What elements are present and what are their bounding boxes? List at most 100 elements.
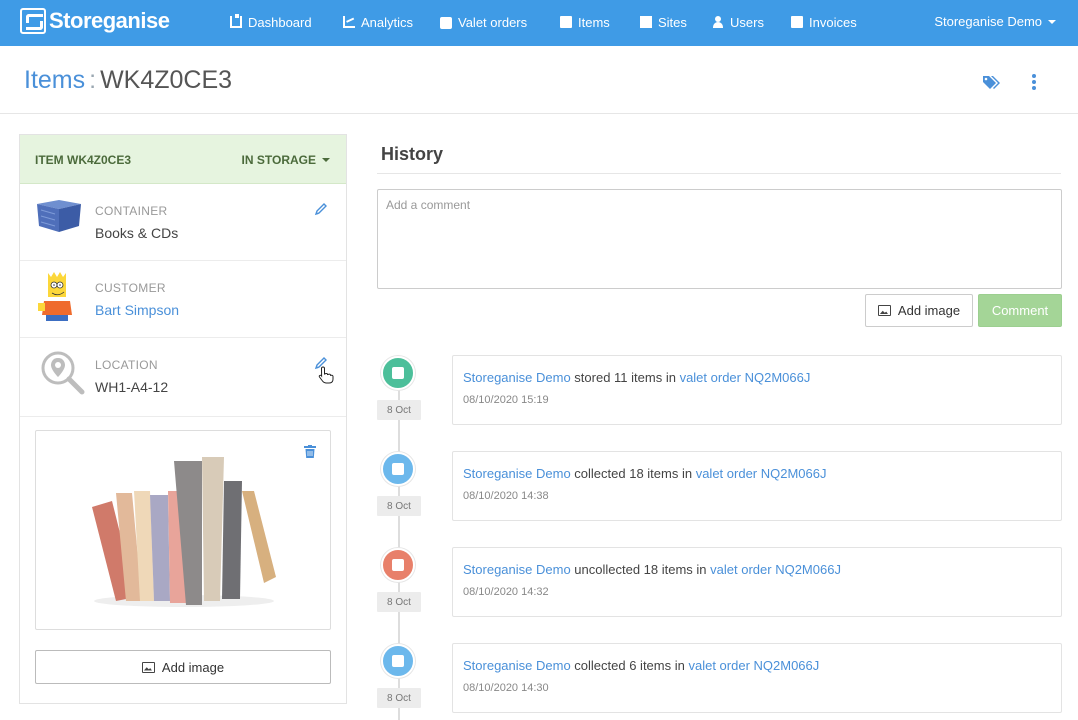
- history-event: 8 Oct Storeganise Demo uncollected 18 it…: [377, 547, 1062, 618]
- status-dropdown[interactable]: IN STORAGE: [242, 153, 330, 167]
- event-card: Storeganise Demo stored 11 items in vale…: [452, 355, 1062, 425]
- item-photo: [35, 430, 331, 630]
- history-event: 8 Oct Storeganise Demo collected 6 items…: [377, 643, 1062, 714]
- event-timestamp: 08/10/2020 15:19: [463, 394, 549, 406]
- event-action: stored 11 items in: [574, 370, 676, 385]
- event-card: Storeganise Demo collected 6 items in va…: [452, 643, 1062, 713]
- customer-row: CUSTOMER Bart Simpson: [20, 261, 346, 338]
- event-actor-link[interactable]: Storeganise Demo: [463, 658, 571, 673]
- item-card: ITEM WK4Z0CE3 IN STORAGE CONTAINER Books…: [19, 134, 347, 704]
- more-options-icon[interactable]: [1031, 74, 1037, 90]
- nav-analytics-label: Analytics: [361, 14, 414, 30]
- building-icon: [640, 16, 652, 28]
- event-date: 8 Oct: [377, 400, 421, 420]
- caret-down-icon: [1048, 19, 1056, 24]
- history-event: 8 Oct Storeganise Demo collected 18 item…: [377, 451, 1062, 522]
- event-date: 8 Oct: [377, 592, 421, 612]
- nav-items[interactable]: Items: [560, 14, 610, 30]
- event-actor-link[interactable]: Storeganise Demo: [463, 370, 571, 385]
- divider: [377, 173, 1061, 174]
- event-card: Storeganise Demo collected 18 items in v…: [452, 451, 1062, 521]
- item-id: ITEM WK4Z0CE3: [35, 153, 132, 167]
- account-menu[interactable]: Storeganise Demo: [934, 14, 1056, 29]
- event-order-link[interactable]: valet order NQ2M066J: [680, 370, 811, 385]
- uncollected-icon: [381, 548, 415, 582]
- comment-input[interactable]: [377, 189, 1062, 289]
- event-text: Storeganise Demo stored 11 items in vale…: [463, 370, 810, 385]
- tags-icon[interactable]: [982, 74, 1002, 90]
- container-label: CONTAINER: [95, 204, 168, 218]
- user-icon: [712, 16, 724, 28]
- add-image-comment-button[interactable]: Add image: [865, 294, 973, 327]
- hand-cursor-icon: [318, 366, 334, 384]
- page-title: Items: WK4Z0CE3: [24, 66, 232, 95]
- pencil-icon[interactable]: [314, 202, 328, 216]
- add-image-comment-label: Add image: [897, 303, 961, 318]
- location-row: LOCATION WH1-A4-12: [20, 338, 346, 417]
- box-icon: [560, 16, 572, 28]
- history-title: History: [381, 144, 444, 164]
- nav-dashboard-label: Dashboard: [248, 14, 312, 30]
- nav-valet-orders[interactable]: Valet orders: [440, 14, 527, 30]
- event-timestamp: 08/10/2020 14:30: [463, 682, 549, 694]
- nav-sites-label: Sites: [658, 14, 687, 30]
- location-label: LOCATION: [95, 358, 158, 372]
- item-code: WK4Z0CE3: [100, 66, 233, 94]
- event-action: collected 6 items in: [574, 658, 685, 673]
- top-navbar: Storeganise Dashboard Analytics Valet or…: [0, 0, 1078, 46]
- nav-users-label: Users: [730, 14, 764, 30]
- breadcrumb-items[interactable]: Items: [24, 66, 85, 94]
- image-icon: [877, 305, 891, 316]
- storeganise-logo-icon: [20, 8, 46, 34]
- nav-items-label: Items: [578, 14, 610, 30]
- truck-icon: [440, 17, 452, 29]
- file-icon: [791, 16, 803, 28]
- collected-icon: [381, 644, 415, 678]
- item-card-header: ITEM WK4Z0CE3 IN STORAGE: [20, 135, 346, 184]
- trash-icon[interactable]: [304, 445, 316, 458]
- event-text: Storeganise Demo uncollected 18 items in…: [463, 562, 841, 577]
- caret-down-icon: [322, 158, 330, 162]
- breadcrumb-separator: :: [89, 66, 97, 94]
- collected-icon: [381, 452, 415, 486]
- event-actor-link[interactable]: Storeganise Demo: [463, 562, 571, 577]
- event-order-link[interactable]: valet order NQ2M066J: [696, 466, 827, 481]
- add-image-button[interactable]: Add image: [35, 650, 331, 684]
- books-photo: [92, 457, 276, 607]
- event-date: 8 Oct: [377, 688, 421, 708]
- location-search-icon: [41, 351, 85, 395]
- event-text: Storeganise Demo collected 18 items in v…: [463, 466, 826, 481]
- nav-invoices-label: Invoices: [809, 14, 857, 30]
- brand-logo[interactable]: Storeganise: [20, 8, 170, 34]
- add-image-label: Add image: [161, 659, 225, 675]
- event-timestamp: 08/10/2020 14:38: [463, 490, 549, 502]
- customer-link[interactable]: Bart Simpson: [95, 302, 179, 318]
- image-icon: [141, 661, 155, 673]
- location-value: WH1-A4-12: [95, 379, 169, 395]
- container-row: CONTAINER Books & CDs: [20, 184, 346, 261]
- history-event: 8 Oct Storeganise Demo stored 11 items i…: [377, 355, 1062, 426]
- nav-dashboard[interactable]: Dashboard: [230, 14, 312, 30]
- event-order-link[interactable]: valet order NQ2M066J: [710, 562, 841, 577]
- event-actor-link[interactable]: Storeganise Demo: [463, 466, 571, 481]
- stored-icon: [381, 356, 415, 390]
- customer-label: CUSTOMER: [95, 281, 166, 295]
- event-action: collected 18 items in: [574, 466, 693, 481]
- nav-analytics[interactable]: Analytics: [343, 14, 413, 30]
- page-header: Items: WK4Z0CE3: [0, 46, 1078, 114]
- event-text: Storeganise Demo collected 6 items in va…: [463, 658, 819, 673]
- status-label: IN STORAGE: [241, 153, 316, 167]
- chart-icon: [343, 16, 355, 28]
- sitemap-icon: [230, 14, 242, 28]
- customer-avatar: [38, 272, 72, 321]
- nav-sites[interactable]: Sites: [640, 14, 687, 30]
- event-card: Storeganise Demo uncollected 18 items in…: [452, 547, 1062, 617]
- container-value: Books & CDs: [95, 225, 179, 241]
- nav-valet-orders-label: Valet orders: [458, 14, 528, 30]
- nav-invoices[interactable]: Invoices: [791, 14, 857, 30]
- event-timestamp: 08/10/2020 14:32: [463, 586, 549, 598]
- event-date: 8 Oct: [377, 496, 421, 516]
- comment-button[interactable]: Comment: [978, 294, 1062, 327]
- nav-users[interactable]: Users: [712, 14, 764, 30]
- event-order-link[interactable]: valet order NQ2M066J: [688, 658, 819, 673]
